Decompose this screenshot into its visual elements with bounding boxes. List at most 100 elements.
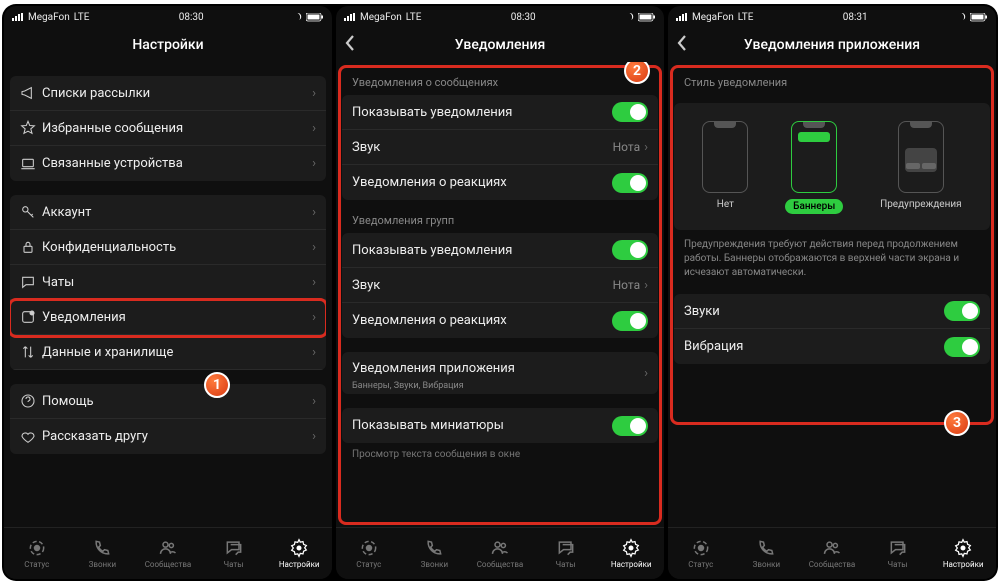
row-label: Уведомления (42, 310, 312, 325)
battery-icon (638, 13, 656, 22)
key-icon (20, 204, 42, 220)
tab-calls[interactable]: Звонки (402, 528, 468, 579)
tab-communities[interactable]: Сообщества (799, 528, 865, 579)
back-button[interactable] (676, 34, 688, 56)
row-label: Чаты (42, 275, 312, 290)
chevron-right-icon: › (312, 394, 316, 409)
row-app-notif[interactable]: Уведомления приложения › Баннеры, Звуки,… (342, 352, 658, 394)
tab-status[interactable]: Статус (668, 528, 734, 579)
chevron-right-icon: › (644, 278, 648, 293)
row-show-notif[interactable]: Показывать уведомления (342, 233, 658, 268)
battery-icon (306, 13, 324, 22)
tab-communities[interactable]: Сообщества (135, 528, 201, 579)
carrier-label: MegaFon (28, 12, 70, 23)
chevron-right-icon: › (312, 310, 316, 325)
row-storage[interactable]: Данные и хранилище › (10, 335, 326, 370)
clock-label: 08:31 (843, 12, 868, 23)
notification-square-icon (20, 309, 42, 325)
row-label: Избранные сообщения (42, 121, 312, 136)
network-label: LTE (74, 12, 90, 23)
page-title-row: Уведомления приложения (668, 28, 996, 62)
tab-settings[interactable]: Настройки (930, 528, 996, 579)
page-title: Уведомления приложения (744, 37, 920, 53)
tab-chats[interactable]: Чаты (533, 528, 599, 579)
chevron-right-icon: › (644, 140, 648, 155)
chat-icon (20, 274, 42, 290)
tab-chats[interactable]: Чаты (201, 528, 267, 579)
row-chats[interactable]: Чаты › (10, 265, 326, 300)
chevron-right-icon: › (312, 345, 316, 360)
style-option-banners[interactable]: Баннеры (785, 121, 843, 214)
dnd-icon (957, 13, 966, 22)
row-linked-devices[interactable]: Связанные устройства › (10, 146, 326, 181)
tab-settings[interactable]: Настройки (266, 528, 332, 579)
back-button[interactable] (344, 34, 356, 56)
toggle-switch[interactable] (944, 301, 980, 321)
tab-settings[interactable]: Настройки (598, 528, 664, 579)
step-badge-3: 3 (944, 410, 970, 436)
tab-status[interactable]: Статус (336, 528, 402, 579)
chevron-right-icon: › (312, 275, 316, 290)
style-option-none[interactable]: Нет (702, 121, 748, 214)
row-label: Данные и хранилище (42, 345, 312, 360)
dnd-icon (293, 13, 302, 22)
signal-icon (344, 13, 356, 21)
group-msg-notif: Показывать уведомления Звук Нота › Уведо… (342, 95, 658, 200)
toggle-switch[interactable] (944, 337, 980, 357)
settings-group-2: Аккаунт › Конфиденциальность › Чаты › Ув… (10, 195, 326, 370)
row-label: Рассказать другу (42, 429, 312, 444)
row-reaction-notif[interactable]: Уведомления о реакциях (342, 165, 658, 200)
group-thumb: Показывать миниатюры (342, 408, 658, 443)
tab-status[interactable]: Статус (4, 528, 70, 579)
tab-bar: Статус Звонки Сообщества Чаты Настройки (336, 527, 664, 579)
row-tell-friend[interactable]: Рассказать другу › (10, 419, 326, 454)
page-title: Настройки (132, 37, 203, 53)
tab-bar: Статус Звонки Сообщества Чаты Настройки (668, 527, 996, 579)
tab-calls[interactable]: Звонки (734, 528, 800, 579)
row-sounds[interactable]: Звуки (674, 294, 990, 329)
megaphone-icon (20, 85, 42, 101)
heart-icon (20, 429, 42, 445)
toggle-switch[interactable] (612, 311, 648, 331)
row-notifications[interactable]: Уведомления › (10, 300, 326, 335)
row-account[interactable]: Аккаунт › (10, 195, 326, 230)
toggle-switch[interactable] (612, 416, 648, 436)
row-starred[interactable]: Избранные сообщения › (10, 111, 326, 146)
tab-communities[interactable]: Сообщества (467, 528, 533, 579)
chevron-right-icon: › (312, 240, 316, 255)
step-badge-1: 1 (204, 372, 230, 398)
style-option-alerts[interactable]: Предупреждения (880, 121, 962, 214)
page-title-row: Настройки (4, 28, 332, 62)
row-sound[interactable]: Звук Нота › (342, 130, 658, 165)
tab-chats[interactable]: Чаты (865, 528, 931, 579)
group-app-notif: Уведомления приложения › Баннеры, Звуки,… (342, 352, 658, 394)
status-bar: MegaFon LTE 08:30 (336, 6, 664, 28)
footer-hint: Просмотр текста сообщения в окне (342, 443, 658, 460)
row-show-notif[interactable]: Показывать уведомления (342, 95, 658, 130)
settings-group-1: Списки рассылки › Избранные сообщения › … (10, 76, 326, 181)
row-label: Списки рассылки (42, 86, 312, 101)
row-sound[interactable]: Звук Нота › (342, 268, 658, 303)
toggle-switch[interactable] (612, 240, 648, 260)
row-reaction-notif[interactable]: Уведомления о реакциях (342, 303, 658, 338)
page-title-row: Уведомления (336, 28, 664, 62)
row-broadcast-lists[interactable]: Списки рассылки › (10, 76, 326, 111)
section-header: Уведомления групп (342, 200, 658, 231)
row-label: Помощь (42, 394, 312, 409)
status-bar: MegaFon LTE 08:31 (668, 6, 996, 28)
tab-calls[interactable]: Звонки (70, 528, 136, 579)
section-header: Стиль уведомления (674, 62, 990, 93)
help-icon (20, 393, 42, 409)
toggle-switch[interactable] (612, 173, 648, 193)
row-privacy[interactable]: Конфиденциальность › (10, 230, 326, 265)
clock-label: 08:30 (179, 12, 204, 23)
row-help[interactable]: Помощь › (10, 384, 326, 419)
page-title: Уведомления (455, 37, 545, 53)
row-show-thumb[interactable]: Показывать миниатюры (342, 408, 658, 443)
toggle-switch[interactable] (612, 102, 648, 122)
row-vibration[interactable]: Вибрация (674, 329, 990, 364)
dnd-icon (625, 13, 634, 22)
notification-style-box: Нет Баннеры Предупреждения (674, 103, 990, 230)
battery-icon (970, 13, 988, 22)
phone-3-app-notif: MegaFon LTE 08:31 Уведомления приложения… (668, 6, 996, 579)
